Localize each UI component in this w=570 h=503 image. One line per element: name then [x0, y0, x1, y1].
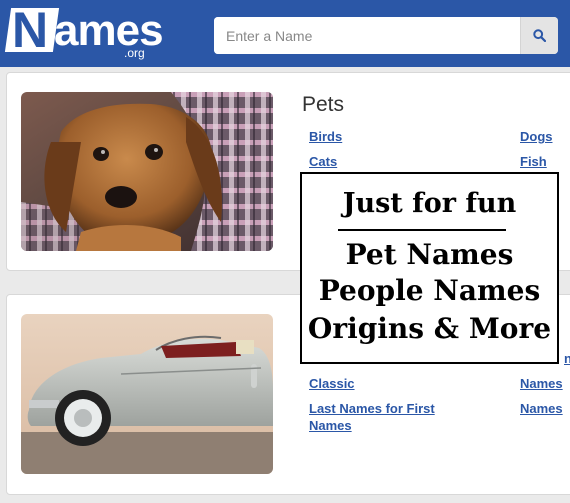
callout-line-people-names: People Names	[318, 274, 541, 307]
callout-line-pet-names: Pet Names	[345, 238, 514, 271]
link-names-1[interactable]: Names	[520, 375, 563, 392]
logo-mark: N	[4, 2, 60, 58]
link-birds[interactable]: Birds	[309, 128, 342, 145]
link-cats[interactable]: Cats	[309, 153, 337, 170]
site-header: N ames .org	[0, 0, 570, 67]
logo-wordmark: ames	[54, 6, 164, 55]
link-fish[interactable]: Fish	[520, 153, 547, 170]
puppy-photo[interactable]	[21, 92, 273, 251]
search-icon	[533, 29, 546, 42]
callout-underline	[338, 229, 506, 231]
logo-initial: N	[12, 2, 49, 58]
category-title-pets: Pets	[302, 93, 345, 116]
link-truncated[interactable]: n	[564, 350, 570, 367]
logo-domain-suffix: .org	[124, 46, 145, 60]
site-logo[interactable]: N ames .org	[4, 2, 164, 62]
search-input[interactable]	[214, 17, 520, 54]
search-bar	[214, 17, 558, 54]
link-classic[interactable]: Classic	[309, 375, 355, 392]
link-names-3[interactable]: Names	[520, 400, 563, 417]
callout-heading: Just for fun	[342, 188, 517, 219]
link-names-2[interactable]: Names	[309, 417, 352, 434]
just-for-fun-callout: Just for fun Pet Names People Names Orig…	[300, 172, 559, 364]
puppy-image	[21, 92, 273, 251]
car-photo[interactable]	[21, 314, 273, 474]
link-dogs[interactable]: Dogs	[520, 128, 553, 145]
search-button[interactable]	[520, 17, 558, 54]
callout-line-origins: Origins & More	[307, 312, 552, 345]
link-last-names-for-first[interactable]: Last Names for First	[309, 400, 469, 417]
classic-car-image	[21, 314, 273, 474]
